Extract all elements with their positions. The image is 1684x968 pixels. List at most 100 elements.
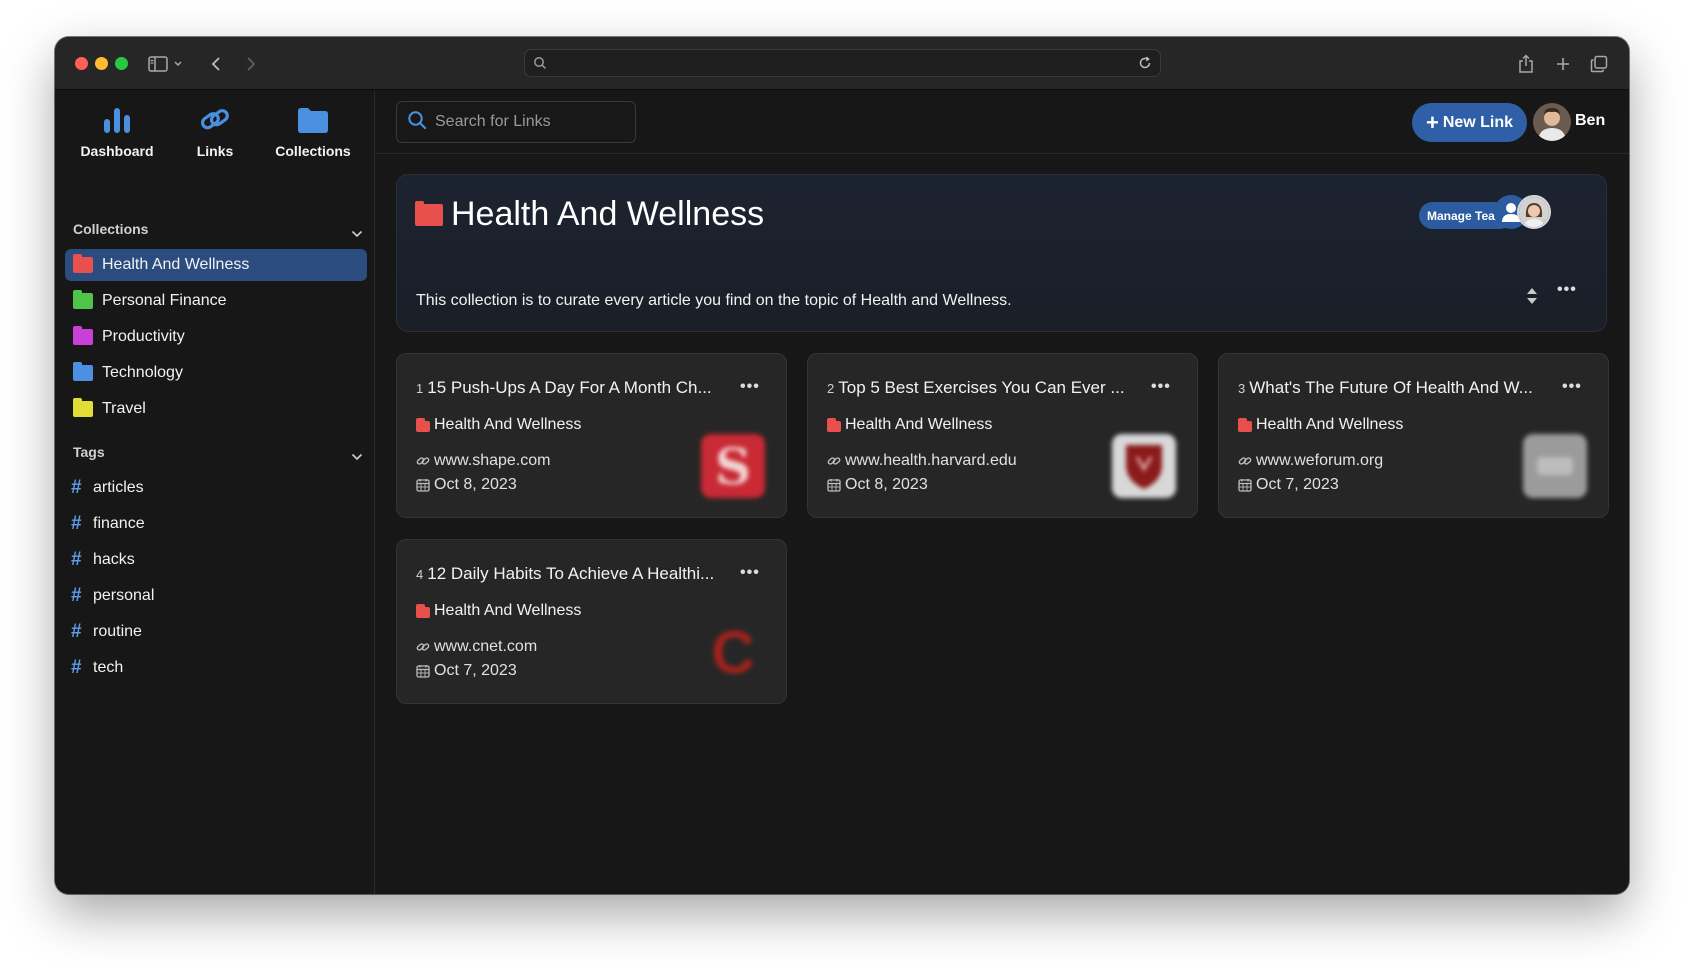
link-card[interactable]: 1 15 Push-Ups A Day For A Month Ch... •••… [396,353,787,518]
link-collection-label: Health And Wellness [434,416,582,433]
link-url-text: www.shape.com [434,452,551,469]
link-card[interactable]: 4 12 Daily Habits To Achieve A Healthi...… [396,539,787,704]
new-link-button[interactable]: + New Link [1412,103,1527,142]
link-thumbnail[interactable] [1112,434,1176,498]
link-date: Oct 7, 2023 [1238,476,1339,494]
more-options-icon[interactable]: ••• [1562,378,1582,396]
link-date-text: Oct 8, 2023 [434,476,517,493]
hash-icon: # [71,477,82,498]
search-icon [533,56,547,75]
chevron-down-icon[interactable] [351,225,363,241]
link-thumbnail[interactable]: S [701,434,765,498]
reload-icon[interactable] [1138,56,1152,75]
collection-description: This collection is to curate every artic… [416,292,1012,309]
sidebar-collection-label: Productivity [102,328,185,345]
share-icon[interactable] [1513,51,1539,77]
sidebar-tag-finance[interactable]: # finance [71,509,145,539]
link-url-text: www.health.harvard.edu [845,452,1017,469]
chevron-down-icon[interactable] [351,448,363,464]
link-collection[interactable]: Health And Wellness [416,416,581,434]
nav-collections[interactable]: Collections [263,103,363,159]
calendar-icon [416,665,430,678]
link-title[interactable]: 1 15 Push-Ups A Day For A Month Ch... [416,378,736,398]
address-bar[interactable] [524,49,1161,77]
sidebar-collection-travel[interactable]: Travel [65,393,367,425]
tags-heading: Tags [73,444,105,460]
folder-icon [1238,418,1252,432]
tags-section-header[interactable]: Tags [73,444,363,466]
sidebar-tag-hacks[interactable]: # hacks [71,545,135,575]
link-icon [1238,457,1252,465]
link-url[interactable]: www.weforum.org [1238,452,1383,470]
hash-icon: # [71,657,82,678]
sidebar-tag-articles[interactable]: # articles [71,473,144,503]
link-collection-label: Health And Wellness [1256,416,1404,433]
minimize-window-button[interactable] [95,57,108,70]
link-url[interactable]: www.shape.com [416,452,551,470]
search-input[interactable] [435,113,625,131]
link-collection[interactable]: Health And Wellness [416,602,581,620]
sidebar-collection-label: Travel [102,400,146,417]
sidebar-collection-productivity[interactable]: Productivity [65,321,367,353]
nav-collections-label: Collections [275,143,351,159]
link-date-text: Oct 7, 2023 [434,662,517,679]
close-window-button[interactable] [75,57,88,70]
folder-icon [263,103,363,137]
more-options-icon[interactable]: ••• [740,378,760,396]
link-index: 1 [416,381,424,396]
link-title-text: 15 Push-Ups A Day For A Month Ch... [427,378,712,397]
new-tab-icon[interactable] [1550,51,1576,77]
main-content: + New Link Ben Health And Wellness Manag… [376,91,1629,894]
link-collection[interactable]: Health And Wellness [827,416,992,434]
chevron-down-icon[interactable] [170,51,186,77]
search-box[interactable] [396,101,636,143]
bar-chart-icon [67,103,167,137]
zoom-window-button[interactable] [115,57,128,70]
sidebar-collection-personal-finance[interactable]: Personal Finance [65,285,367,317]
link-icon [416,643,430,651]
more-options-icon[interactable]: ••• [1151,378,1171,396]
link-title[interactable]: 4 12 Daily Habits To Achieve A Healthi... [416,564,736,584]
sidebar-tag-routine[interactable]: # routine [71,617,142,647]
sidebar-tag-personal[interactable]: # personal [71,581,154,611]
search-icon [407,110,427,135]
folder-icon [73,254,93,273]
back-arrow-icon[interactable] [203,51,229,77]
link-thumbnail[interactable] [1523,434,1587,498]
sidebar-collection-health-and-wellness[interactable]: Health And Wellness [65,249,367,281]
hash-icon: # [71,585,82,606]
nav-dashboard-label: Dashboard [80,143,154,159]
link-title[interactable]: 3 What's The Future Of Health And W... [1238,378,1558,398]
link-card[interactable]: 2 Top 5 Best Exercises You Can Ever ... •… [807,353,1198,518]
member-avatar[interactable] [1517,195,1551,229]
more-options-icon[interactable]: ••• [740,564,760,582]
user-avatar[interactable] [1533,103,1571,141]
hash-icon: # [71,513,82,534]
nav-links-label: Links [196,143,234,159]
link-url[interactable]: www.cnet.com [416,638,537,656]
link-url[interactable]: www.health.harvard.edu [827,452,1017,470]
link-card[interactable]: 3 What's The Future Of Health And W... ••… [1218,353,1609,518]
tab-overview-icon[interactable] [1586,51,1612,77]
link-index: 2 [827,381,835,396]
sidebar-tag-label: routine [93,623,142,640]
link-title[interactable]: 2 Top 5 Best Exercises You Can Ever ... [827,378,1147,398]
link-index: 3 [1238,381,1246,396]
link-date: Oct 7, 2023 [416,662,517,680]
nav-dashboard[interactable]: Dashboard [67,103,167,159]
collections-section-header[interactable]: Collections [73,221,363,243]
link-collection-label: Health And Wellness [434,602,582,619]
more-options-icon[interactable]: ••• [1557,281,1577,299]
sidebar-tag-tech[interactable]: # tech [71,653,123,683]
sort-icon[interactable] [1526,287,1538,310]
user-name[interactable]: Ben [1575,112,1605,130]
link-collection[interactable]: Health And Wellness [1238,416,1403,434]
nav-links[interactable]: Links [165,103,265,159]
sidebar-collection-technology[interactable]: Technology [65,357,367,389]
sidebar-toggle-icon[interactable] [145,51,171,77]
link-collection-label: Health And Wellness [845,416,993,433]
link-url-text: www.weforum.org [1256,452,1384,469]
forward-arrow-icon[interactable] [238,51,264,77]
link-thumbnail[interactable]: C [701,619,765,686]
folder-icon [416,604,430,618]
